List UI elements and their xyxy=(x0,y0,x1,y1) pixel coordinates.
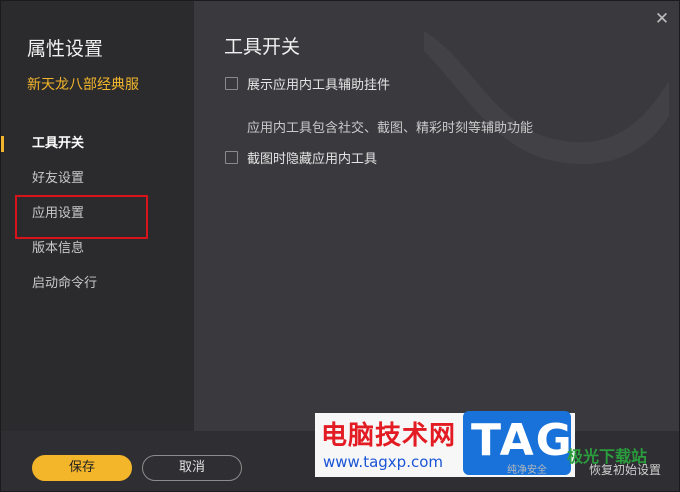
option-description: 应用内工具包含社交、截图、精彩时刻等辅助功能 xyxy=(247,121,534,136)
sidebar: 属性设置 新天龙八部经典服 工具开关 好友设置 应用设置 版本信息 启动命令行 xyxy=(1,1,194,431)
watermark-title: 电脑技术网 xyxy=(321,421,457,451)
option-label: 展示应用内工具辅助挂件 xyxy=(247,77,391,93)
checkbox-show-tool-widget[interactable] xyxy=(225,76,238,90)
watermark-url: www.tagxp.com xyxy=(323,453,443,471)
sidebar-item-version-info[interactable]: 版本信息 xyxy=(1,236,194,271)
save-button[interactable]: 保存 xyxy=(32,455,132,481)
close-icon[interactable]: ✕ xyxy=(653,10,671,28)
settings-dialog: 属性设置 新天龙八部经典服 工具开关 好友设置 应用设置 版本信息 启动命令行 … xyxy=(0,0,680,492)
watermark-tag-text: TAG xyxy=(471,415,574,466)
cancel-button[interactable]: 取消 xyxy=(142,455,242,481)
page-title: 工具开关 xyxy=(224,36,301,58)
annotation-highlight-box xyxy=(15,195,148,239)
sidebar-title: 属性设置 xyxy=(27,38,104,60)
main-panel: 工具开关 展示应用内工具辅助挂件 应用内工具包含社交、截图、精彩时刻等辅助功能 … xyxy=(194,1,679,431)
watermark-site-text: 纯净安全 xyxy=(507,465,547,476)
game-name: 新天龙八部经典服 xyxy=(27,77,139,93)
option-hide-tool-on-screenshot[interactable]: 截图时隐藏应用内工具 xyxy=(225,147,377,167)
option-show-tool-widget[interactable]: 展示应用内工具辅助挂件 xyxy=(225,73,390,93)
background-wave-decoration xyxy=(424,31,669,164)
checkbox-hide-tool-on-screenshot[interactable] xyxy=(225,150,238,164)
option-label: 截图时隐藏应用内工具 xyxy=(247,151,378,167)
sidebar-item-launch-command[interactable]: 启动命令行 xyxy=(1,271,194,306)
sidebar-item-tool-switch[interactable]: 工具开关 xyxy=(1,131,194,166)
watermark-side-text: 极光下载站 xyxy=(567,447,648,466)
